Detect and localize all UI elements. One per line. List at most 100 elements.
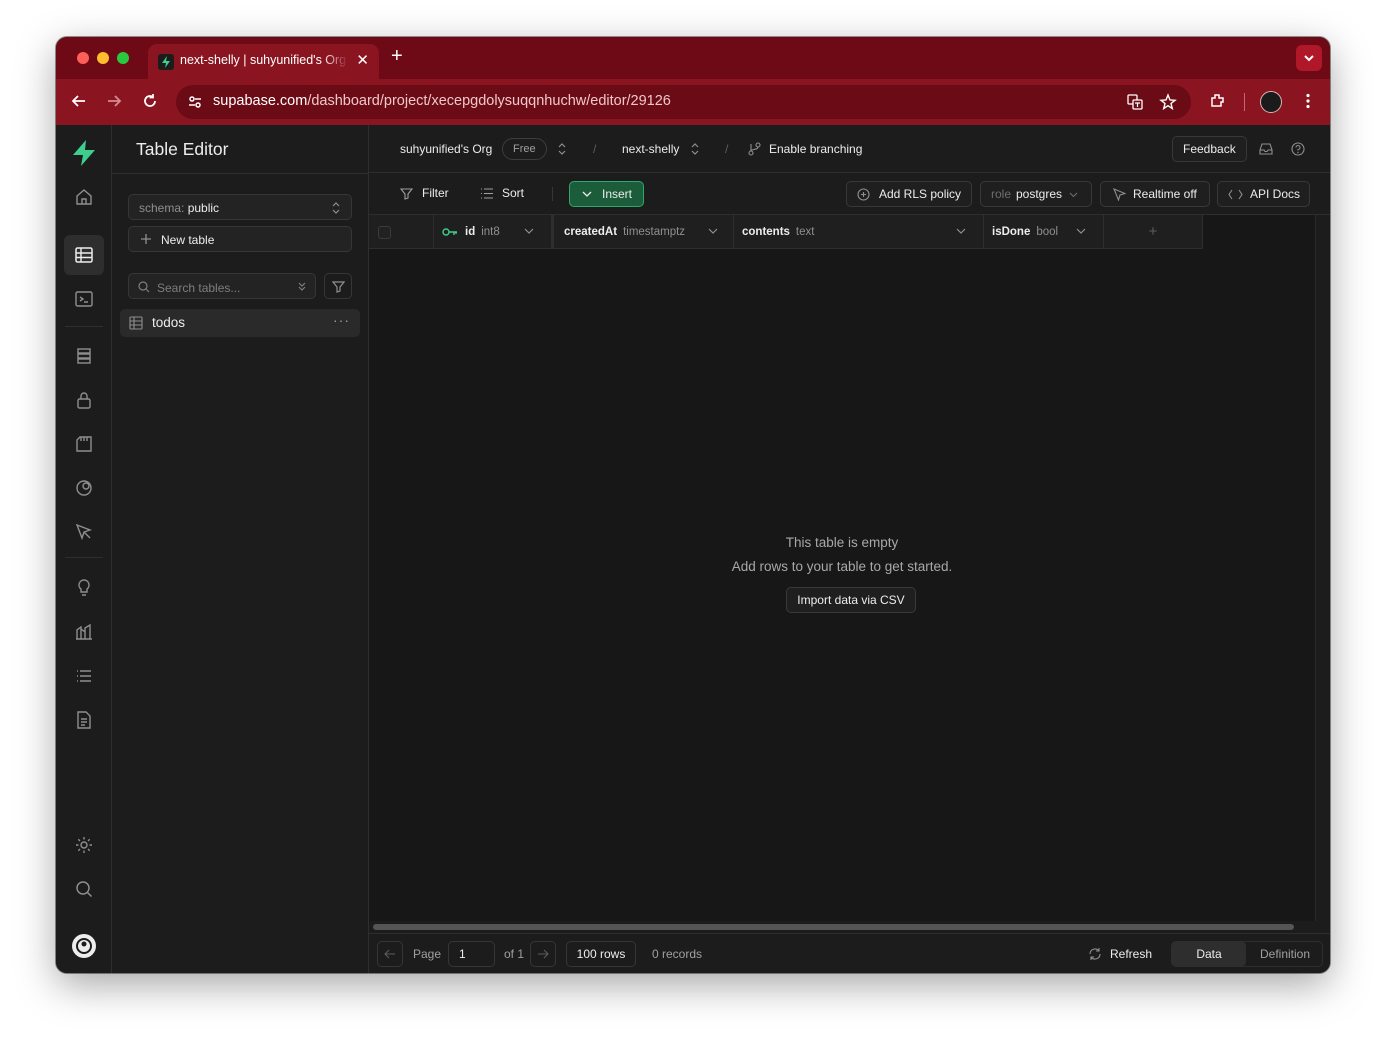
realtime-toggle-button[interactable]: Realtime off (1100, 181, 1210, 207)
code-brackets-icon (1228, 189, 1243, 200)
inbox-icon[interactable] (1259, 142, 1273, 156)
tab-data[interactable]: Data (1172, 942, 1246, 966)
search-icon[interactable] (73, 878, 95, 900)
column-header-createdAt[interactable]: createdAt timestamptz (552, 215, 734, 249)
filter-tables-button[interactable] (324, 273, 352, 299)
column-header-contents[interactable]: contents text (734, 215, 984, 249)
tab-close-icon[interactable]: ✕ (356, 51, 369, 69)
auth-lock-icon[interactable] (73, 389, 95, 411)
forward-arrow-icon[interactable] (105, 92, 123, 110)
site-settings-icon[interactable] (186, 93, 204, 111)
translate-icon[interactable] (1126, 93, 1144, 111)
column-header-isDone[interactable]: isDone bool (984, 215, 1104, 249)
select-all-cell (369, 215, 434, 249)
project-breadcrumb[interactable]: next-shelly (622, 142, 679, 156)
reload-icon[interactable] (141, 92, 159, 110)
chevrons-down-icon (298, 282, 306, 291)
back-arrow-icon[interactable] (70, 92, 88, 110)
insert-button[interactable]: Insert (569, 181, 644, 207)
database-icon[interactable] (73, 345, 95, 367)
api-docs-button[interactable]: API Docs (1217, 181, 1310, 207)
filter-button[interactable]: Filter (422, 186, 449, 200)
feedback-button[interactable]: Feedback (1172, 136, 1247, 162)
advisors-bulb-icon[interactable] (73, 577, 95, 599)
column-header-id[interactable]: id int8 (434, 215, 552, 249)
select-all-checkbox[interactable] (378, 226, 391, 239)
table-editor-icon[interactable] (73, 244, 95, 266)
supabase-logo-icon[interactable] (71, 139, 97, 167)
vertical-scrollbar[interactable] (1315, 215, 1330, 921)
chevron-updown-icon[interactable] (557, 141, 567, 157)
chevron-down-icon[interactable] (1076, 227, 1086, 235)
page-number-input[interactable]: 1 (448, 941, 495, 967)
tab-search-button[interactable] (1296, 45, 1322, 71)
empty-state-title: This table is empty (785, 535, 899, 550)
horizontal-scrollbar-thumb[interactable] (373, 924, 1294, 930)
realtime-cursor-icon[interactable] (73, 521, 95, 543)
page-label: Page (413, 947, 442, 961)
realtime-cursor-icon (1113, 188, 1126, 201)
maximize-window-button[interactable] (117, 52, 129, 64)
tab-definition[interactable]: Definition (1248, 942, 1322, 966)
plus-circle-icon (857, 188, 870, 201)
more-vertical-icon[interactable] (1299, 92, 1317, 110)
more-options-icon[interactable]: ··· (333, 312, 350, 328)
browser-toolbar: supabase.com/dashboard/project/xecepgdol… (56, 79, 1330, 125)
sort-button[interactable]: Sort (502, 186, 524, 200)
role-selector[interactable]: role postgres (980, 181, 1092, 207)
table-icon (129, 316, 143, 330)
profile-avatar[interactable] (1260, 91, 1282, 113)
sql-editor-icon[interactable] (73, 288, 95, 310)
chevron-down-icon (1304, 55, 1314, 62)
plus-icon (141, 234, 151, 244)
import-csv-button[interactable]: Import data via CSV (786, 587, 916, 613)
breadcrumb-separator: / (725, 142, 729, 156)
prev-page-button[interactable] (377, 941, 403, 967)
chevron-down-icon (582, 191, 592, 197)
grid-header-row: id int8 createdAt timestamptz contents text… (369, 215, 1203, 249)
api-docs-file-icon[interactable] (73, 709, 95, 731)
minimize-window-button[interactable] (97, 52, 109, 64)
extensions-icon[interactable] (1209, 92, 1227, 110)
bookmark-star-icon[interactable] (1159, 93, 1177, 111)
table-list-item[interactable]: todos ··· (120, 309, 360, 337)
help-circle-icon[interactable] (1291, 142, 1305, 156)
edge-functions-icon[interactable] (73, 477, 95, 499)
user-avatar-icon[interactable] (71, 933, 97, 959)
home-icon[interactable] (73, 186, 95, 208)
schema-selector[interactable]: schema: public (128, 194, 352, 220)
add-column-button[interactable]: + (1104, 215, 1203, 249)
new-table-button[interactable]: New table (128, 226, 352, 252)
storage-icon[interactable] (73, 433, 95, 455)
rows-per-page-select[interactable]: 100 rows (566, 941, 636, 967)
page-count: of 1 (504, 947, 525, 961)
new-tab-button[interactable]: + (391, 46, 403, 66)
enable-branching-button[interactable]: Enable branching (769, 142, 862, 156)
next-page-button[interactable] (530, 941, 556, 967)
reports-chart-icon[interactable] (73, 621, 95, 643)
view-toggle: Data Definition (1171, 941, 1323, 967)
git-branch-icon (748, 142, 761, 156)
browser-tab-active[interactable]: next-shelly | suhyunified's Org ✕ (148, 44, 379, 79)
settings-gear-icon[interactable] (73, 834, 95, 856)
chevron-down-icon[interactable] (524, 227, 534, 235)
horizontal-scrollbar[interactable] (369, 921, 1330, 933)
chevron-updown-icon (332, 202, 340, 214)
search-icon (138, 281, 150, 293)
org-breadcrumb[interactable]: suhyunified's Org (400, 142, 492, 156)
chevron-updown-icon[interactable] (690, 141, 700, 157)
supabase-favicon-icon (158, 54, 174, 70)
address-bar[interactable]: supabase.com/dashboard/project/xecepgdol… (176, 85, 1191, 119)
chevron-down-icon[interactable] (708, 227, 718, 235)
add-rls-policy-button[interactable]: Add RLS policy (846, 181, 972, 207)
search-tables-input[interactable]: Search tables... (128, 273, 316, 299)
project-topbar: suhyunified's Org Free / next-shelly / E… (369, 125, 1330, 173)
records-count: 0 records (652, 947, 703, 961)
main-panel: suhyunified's Org Free / next-shelly / E… (369, 125, 1330, 973)
browser-window: next-shelly | suhyunified's Org ✕ + supa… (56, 37, 1330, 973)
url-text: supabase.com/dashboard/project/xecepgdol… (213, 93, 671, 109)
chevron-down-icon[interactable] (956, 227, 966, 235)
close-window-button[interactable] (77, 52, 89, 64)
refresh-button[interactable]: Refresh (1110, 947, 1152, 961)
logs-list-icon[interactable] (73, 665, 95, 687)
